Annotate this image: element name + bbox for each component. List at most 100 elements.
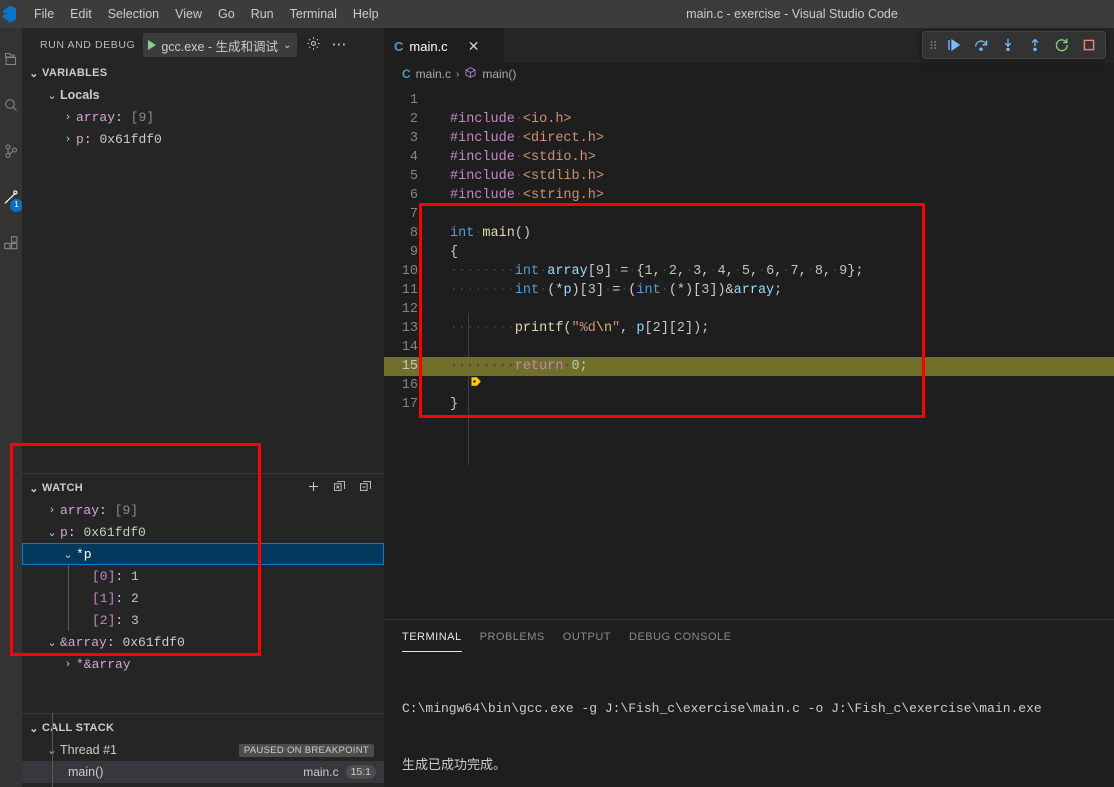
menu-edit[interactable]: Edit: [62, 4, 100, 24]
menu-help[interactable]: Help: [345, 4, 387, 24]
code-line[interactable]: 5 #include·<stdlib.h>: [384, 167, 1114, 186]
line-number: 12: [401, 302, 418, 317]
chevron-down-icon[interactable]: ⌄: [44, 636, 60, 649]
section-header-watch[interactable]: ⌄ WATCH: [22, 477, 384, 499]
code-line[interactable]: 8 int·main(): [384, 224, 1114, 243]
code-editor[interactable]: 1 2 #include·<io.h> 3 #include·<direct.h…: [384, 85, 1114, 619]
debug-configuration-dropdown[interactable]: gcc.exe - 生成和调试 ⌄: [143, 33, 298, 57]
chevron-down-icon[interactable]: ⌄: [283, 40, 291, 51]
breadcrumb[interactable]: C main.c › main(): [384, 63, 1114, 85]
chevron-down-icon[interactable]: ⌄: [60, 548, 76, 561]
variable-row-p[interactable]: › p: 0x61fdf0: [22, 128, 384, 150]
line-content: #include·<direct.h>: [450, 131, 604, 146]
code-line[interactable]: 16: [384, 376, 1114, 395]
step-into-icon[interactable]: [994, 33, 1021, 57]
code-line[interactable]: 2 #include·<io.h>: [384, 110, 1114, 129]
code-line[interactable]: 17 }: [384, 395, 1114, 414]
sidebar-header-actions[interactable]: ⋯: [306, 36, 347, 54]
section-header-call-stack[interactable]: ⌄ CALL STACK: [22, 717, 384, 739]
add-expression-icon[interactable]: [307, 480, 320, 496]
watch-row-addr-array[interactable]: ⌄ &array: 0x61fdf0: [22, 631, 384, 653]
close-icon[interactable]: ✕: [468, 39, 480, 53]
menu-view[interactable]: View: [167, 4, 210, 24]
chevron-right-icon[interactable]: ›: [44, 504, 60, 516]
breadcrumb-file[interactable]: main.c: [416, 67, 451, 81]
watch-row-p[interactable]: ⌄ p: 0x61fdf0: [22, 521, 384, 543]
watch-row-array[interactable]: › array: [9]: [22, 499, 384, 521]
watch-row-index-1[interactable]: [1]: 2: [22, 587, 384, 609]
tab-terminal[interactable]: TERMINAL: [402, 631, 462, 652]
code-line[interactable]: 11 ········int·(*p)[3]·=·(int·(*)[3])&ar…: [384, 281, 1114, 300]
code-line[interactable]: 9 {: [384, 243, 1114, 262]
tab-output[interactable]: OUTPUT: [563, 631, 611, 645]
code-line[interactable]: 1: [384, 91, 1114, 110]
menu-file[interactable]: File: [26, 4, 62, 24]
source-control-icon[interactable]: [0, 128, 22, 174]
variable-row-array[interactable]: › array: [9]: [22, 106, 384, 128]
watch-row-index-0[interactable]: [0]: 1: [22, 565, 384, 587]
debug-toolbar[interactable]: [922, 31, 1106, 59]
tab-problems[interactable]: PROBLEMS: [480, 631, 545, 645]
symbol-method-icon: [464, 66, 477, 82]
code-line[interactable]: 10 ········int·array[9]·=·{1,·2,·3,·4,·5…: [384, 262, 1114, 281]
code-line-current[interactable]: 15 ········return·0;: [384, 357, 1114, 386]
activity-bar[interactable]: 1: [0, 28, 23, 787]
code-line[interactable]: 6 #include·<string.h>: [384, 186, 1114, 205]
breadcrumb-symbol[interactable]: main(): [482, 67, 516, 81]
menu-go[interactable]: Go: [210, 4, 243, 24]
run-debug-icon[interactable]: 1: [0, 174, 23, 220]
chevron-right-icon[interactable]: ›: [60, 133, 76, 145]
step-out-icon[interactable]: [1021, 33, 1048, 57]
section-header-variables[interactable]: ⌄ VARIABLES: [22, 62, 384, 84]
extensions-icon[interactable]: [0, 220, 22, 266]
call-stack-thread-2[interactable]: › Thread #2 PAUSED: [22, 783, 384, 787]
menu-run[interactable]: Run: [243, 4, 282, 24]
code-line[interactable]: 3 #include·<direct.h>: [384, 129, 1114, 148]
line-number: 1: [409, 93, 418, 108]
breakpoint-marker-icon[interactable]: [389, 360, 482, 386]
code-line[interactable]: 14: [384, 338, 1114, 357]
menu-terminal[interactable]: Terminal: [282, 4, 345, 24]
chevron-right-icon[interactable]: ›: [60, 658, 76, 670]
call-stack-thread-1[interactable]: ⌄ Thread #1 PAUSED ON BREAKPOINT: [22, 739, 384, 761]
watch-actions[interactable]: [307, 480, 384, 496]
tab-main-c[interactable]: C main.c ✕: [384, 28, 504, 63]
chevron-down-icon: ⌄: [29, 482, 39, 495]
search-icon[interactable]: [0, 82, 22, 128]
watch-row-deref-addr-array[interactable]: › *&array: [22, 653, 384, 675]
tab-debug-console[interactable]: DEBUG CONSOLE: [629, 631, 731, 645]
watch-expression-name: &array: [60, 634, 107, 650]
stop-icon[interactable]: [1075, 33, 1102, 57]
code-line[interactable]: 7: [384, 205, 1114, 224]
start-debugging-icon[interactable]: [148, 40, 157, 50]
watch-expression-name: array: [60, 502, 100, 518]
frame-file: main.c: [303, 765, 339, 779]
panel-tab-bar[interactable]: TERMINAL PROBLEMS OUTPUT DEBUG CONSOLE: [384, 620, 1114, 655]
chevron-down-icon: ⌄: [47, 89, 57, 102]
more-actions-icon[interactable]: ⋯: [331, 37, 347, 52]
menu-selection[interactable]: Selection: [100, 4, 167, 24]
watch-expression-value: 0x61fdf0: [122, 634, 185, 650]
step-over-icon[interactable]: [967, 33, 994, 57]
watch-row-deref-p[interactable]: ⌄ *p: [22, 543, 384, 565]
code-line[interactable]: 12: [384, 300, 1114, 319]
code-line[interactable]: 13 ········printf("%d\n",·p[2][2]);: [384, 319, 1114, 338]
variables-scope-locals[interactable]: ⌄ Locals: [22, 84, 384, 106]
explorer-icon[interactable]: [0, 36, 22, 82]
watch-row-index-2[interactable]: [2]: 3: [22, 609, 384, 631]
remove-all-expressions-icon[interactable]: [333, 480, 346, 496]
code-line[interactable]: 4 #include·<stdio.h>: [384, 148, 1114, 167]
chevron-down-icon[interactable]: ⌄: [44, 526, 60, 539]
chevron-right-icon[interactable]: ›: [60, 111, 76, 123]
drag-handle-icon[interactable]: [926, 33, 940, 57]
call-stack-frame-main[interactable]: main() main.c 15:1: [22, 713, 384, 787]
terminal-output[interactable]: C:\mingw64\bin\gcc.exe -g J:\Fish_c\exer…: [384, 655, 1114, 787]
editor-tab-bar: C main.c ✕: [384, 28, 1114, 63]
call-stack-panel: ⌄ CALL STACK ⌄ Thread #1 PAUSED ON BREAK…: [22, 713, 384, 787]
restart-icon[interactable]: [1048, 33, 1075, 57]
line-number: 9: [409, 245, 418, 260]
gear-icon[interactable]: [306, 36, 321, 54]
collapse-all-icon[interactable]: [359, 480, 372, 496]
continue-icon[interactable]: [940, 33, 967, 57]
menu-bar[interactable]: File Edit Selection View Go Run Terminal Help: [26, 4, 387, 24]
